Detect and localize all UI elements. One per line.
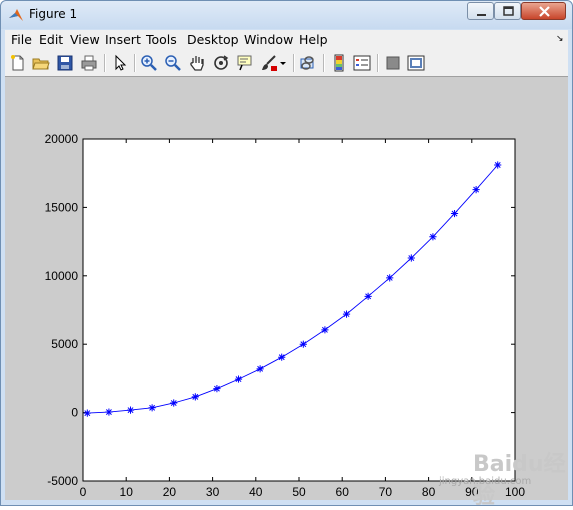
menu-desktop[interactable]: Desktop xyxy=(187,32,239,47)
toolbar-separator xyxy=(104,54,106,72)
legend-icon[interactable] xyxy=(353,54,371,72)
x-tick-label: 30 xyxy=(206,485,220,499)
link-plot-icon[interactable] xyxy=(299,54,317,72)
menu-file[interactable]: File xyxy=(11,32,32,47)
save-icon[interactable] xyxy=(56,54,74,72)
axes-box xyxy=(82,138,516,482)
menu-insert[interactable]: Insert xyxy=(105,32,141,47)
plot-axes[interactable]: 0 10 20 30 40 50 60 70 80 90 100-50000500010000150… xyxy=(5,77,568,500)
data-point-marker xyxy=(364,292,372,300)
zoom-out-icon[interactable] xyxy=(164,54,182,72)
figure-window: Figure 1 File Edit View Insert Tools Des… xyxy=(0,0,573,509)
y-tick-label: -5000 xyxy=(47,474,78,488)
y-tick-label: 20000 xyxy=(45,132,79,146)
menu-window[interactable]: Window xyxy=(244,32,293,47)
brush-dropdown-icon[interactable] xyxy=(278,54,288,72)
figure-canvas: 0 10 20 30 40 50 60 70 80 90 100 -5000 0 5000 10000 150… xyxy=(5,77,568,500)
data-point-marker xyxy=(170,399,178,407)
close-button[interactable] xyxy=(521,2,566,20)
data-point-marker xyxy=(105,408,113,416)
data-point-marker xyxy=(494,161,502,169)
data-point-marker xyxy=(83,409,91,417)
data-point-marker xyxy=(126,406,135,414)
y-tick-label: 15000 xyxy=(45,200,79,214)
colorbar-icon[interactable] xyxy=(330,54,348,72)
data-point-marker xyxy=(429,233,437,241)
data-point-marker xyxy=(386,274,394,282)
x-tick-label: 20 xyxy=(163,485,177,499)
x-tick-label: 80 xyxy=(422,485,436,499)
data-point-marker xyxy=(321,326,329,334)
data-point-marker xyxy=(450,209,459,218)
data-point-marker xyxy=(213,385,221,393)
baidu-watermark-url: jingyan.baidu.com xyxy=(439,476,532,487)
toolbar-separator xyxy=(293,54,295,72)
brush-icon[interactable] xyxy=(260,54,278,72)
matlab-logo-icon xyxy=(9,9,23,21)
toolbar-separator xyxy=(377,54,379,72)
x-tick-label: 50 xyxy=(292,485,306,499)
x-tick-label: 0 xyxy=(80,485,87,499)
new-figure-icon[interactable] xyxy=(9,54,27,72)
figure-toolbar xyxy=(5,50,568,77)
menu-view[interactable]: View xyxy=(70,32,100,47)
menu-tools[interactable]: Tools xyxy=(146,32,177,47)
y-tick-label: 10000 xyxy=(45,269,79,283)
menu-help[interactable]: Help xyxy=(299,32,328,47)
toolbar-separator xyxy=(323,54,325,72)
maximize-icon xyxy=(503,6,514,16)
toolbar-separator xyxy=(134,54,136,72)
title-bar[interactable]: Figure 1 xyxy=(1,1,572,29)
data-point-marker xyxy=(342,310,351,318)
data-point-marker xyxy=(148,404,156,412)
dock-figure-icon[interactable]: ↘ xyxy=(556,34,564,44)
data-point-marker xyxy=(299,340,307,348)
edit-plot-arrow-icon[interactable] xyxy=(111,54,129,72)
rotate-3d-icon[interactable] xyxy=(212,54,230,72)
minimize-icon xyxy=(477,14,486,16)
data-point-marker xyxy=(407,254,415,262)
open-file-icon[interactable] xyxy=(32,54,50,72)
data-point-marker xyxy=(472,186,480,194)
pan-hand-icon[interactable] xyxy=(188,54,206,72)
figure-client-area: File Edit View Insert Tools Desktop Wind… xyxy=(5,30,568,500)
show-plot-tools-icon[interactable] xyxy=(407,54,425,72)
y-tick-label: 5000 xyxy=(51,337,78,351)
close-icon xyxy=(539,6,550,17)
menu-edit[interactable]: Edit xyxy=(39,32,63,47)
y-tick-label: 0 xyxy=(71,406,78,420)
x-tick-label: 10 xyxy=(120,485,134,499)
window-title: Figure 1 xyxy=(29,7,78,21)
print-icon[interactable] xyxy=(80,54,98,72)
x-tick-label: 60 xyxy=(336,485,350,499)
data-cursor-icon[interactable] xyxy=(236,54,254,72)
maximize-button[interactable] xyxy=(494,2,521,20)
data-point-marker xyxy=(191,393,199,401)
data-point-marker xyxy=(278,353,286,361)
x-tick-label: 70 xyxy=(379,485,393,499)
menu-bar: File Edit View Insert Tools Desktop Wind… xyxy=(5,30,568,50)
minimize-button[interactable] xyxy=(467,2,494,20)
data-point-marker xyxy=(256,365,264,373)
hide-plot-tools-icon[interactable] xyxy=(384,54,402,72)
x-tick-label: 40 xyxy=(249,485,263,499)
zoom-in-icon[interactable] xyxy=(140,54,158,72)
data-point-marker xyxy=(234,375,243,383)
